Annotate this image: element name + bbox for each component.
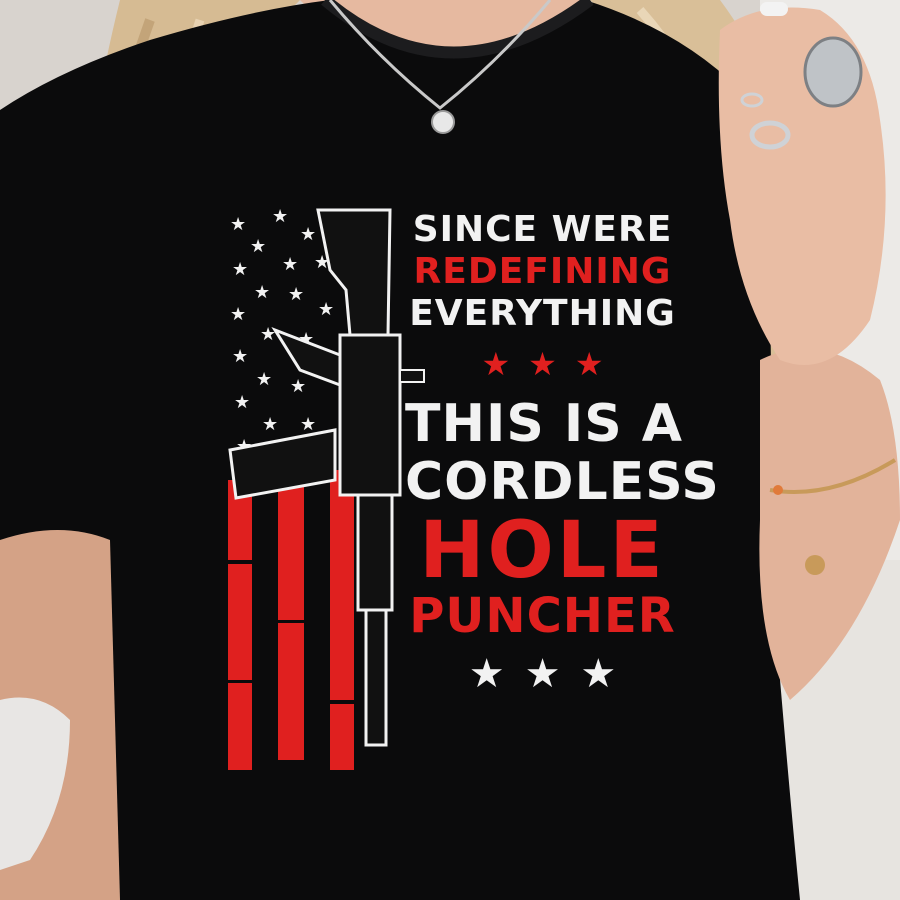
svg-text:★: ★ — [260, 324, 276, 345]
svg-text:★: ★ — [300, 224, 316, 245]
svg-text:★: ★ — [318, 299, 334, 320]
svg-text:★: ★ — [288, 284, 304, 305]
bracelet-bead — [773, 485, 783, 495]
svg-text:★: ★ — [300, 414, 316, 435]
flag-stripe — [278, 455, 304, 760]
svg-text:★: ★ — [232, 346, 248, 367]
svg-text:★: ★ — [230, 304, 246, 325]
svg-text:★: ★ — [256, 369, 272, 390]
rifle-handguard — [356, 493, 394, 612]
flag-stripe — [330, 470, 354, 770]
fingernail — [760, 2, 788, 16]
shirt-print-text: SINCE WERE REDEFINING EVERYTHING ★★★ THI… — [405, 209, 720, 697]
svg-text:★: ★ — [282, 254, 298, 275]
statement-ring — [803, 36, 863, 108]
necklace-pendant — [431, 110, 455, 134]
print-line-since-were: SINCE WERE — [412, 209, 673, 250]
print-line-everything: EVERYTHING — [409, 293, 676, 334]
flag-stripe — [228, 480, 252, 770]
red-stars-divider: ★★★ — [481, 345, 622, 383]
svg-text:★: ★ — [262, 414, 278, 435]
svg-text:★: ★ — [234, 392, 250, 413]
svg-text:★: ★ — [230, 214, 246, 235]
print-line-puncher: PUNCHER — [409, 588, 676, 644]
svg-text:★: ★ — [290, 376, 306, 397]
print-line-cordless: CORDLESS — [405, 452, 720, 512]
rifle-receiver — [338, 333, 402, 497]
print-line-this-is-a: THIS IS A — [405, 394, 684, 454]
rifle-barrel — [364, 608, 388, 747]
svg-text:★: ★ — [250, 236, 266, 257]
print-line-hole: HOLE — [419, 506, 666, 596]
bracelet-pendant — [805, 555, 825, 575]
svg-text:★: ★ — [254, 282, 270, 303]
svg-text:★: ★ — [272, 206, 288, 227]
svg-text:★: ★ — [232, 259, 248, 280]
print-line-redefining: REDEFINING — [413, 251, 672, 292]
white-stars-bottom: ★★★ — [468, 651, 637, 697]
